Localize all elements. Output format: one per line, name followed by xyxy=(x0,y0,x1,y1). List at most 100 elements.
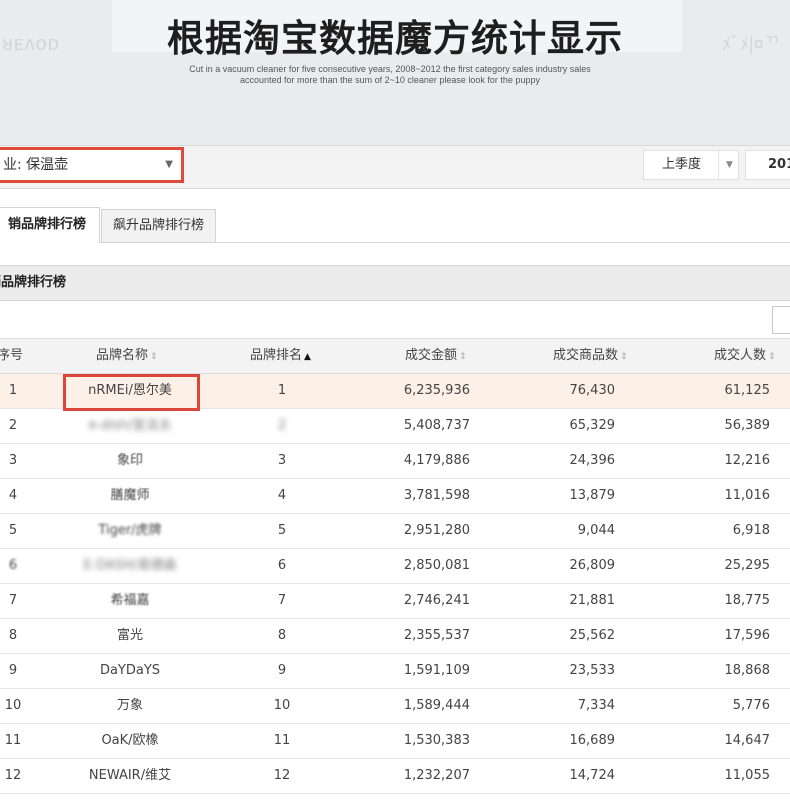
cell-users: 6,918 xyxy=(732,523,770,538)
header-brand[interactable]: 品牌名称 ⇕ xyxy=(96,339,158,374)
cell-brand[interactable]: DaYDaYS xyxy=(60,654,200,688)
cell-amount: 5,408,737 xyxy=(403,418,470,433)
cell-users: 18,868 xyxy=(724,663,771,678)
industry-select-label: 业: 保温壶 xyxy=(3,157,69,173)
cell-users: 5,776 xyxy=(732,698,770,713)
cell-amount: 2,850,081 xyxy=(403,558,470,573)
cell-index: 11 xyxy=(4,733,22,748)
table-row[interactable]: 12 NEWAIR/维艾 12 1,232,207 14,724 11,055 xyxy=(0,759,790,794)
table-row[interactable]: 6 E-DASH/易德森 6 2,850,081 26,809 25,295 xyxy=(0,549,790,584)
cell-index: 6 xyxy=(8,558,18,573)
chevron-down-icon: ▼ xyxy=(165,159,173,170)
tab-hot-sales[interactable]: 销品牌排行榜 xyxy=(0,207,100,243)
cell-amount: 1,591,109 xyxy=(403,663,470,678)
table-row[interactable]: 1 nRMEi/恩尔美 1 6,235,936 76,430 61,125 xyxy=(0,374,790,409)
cell-index: 8 xyxy=(8,628,18,643)
cell-brand[interactable]: 象印 xyxy=(60,444,200,478)
cell-items: 26,809 xyxy=(569,558,616,573)
cell-items: 65,329 xyxy=(569,418,616,433)
header-index-label: 序号 xyxy=(0,348,24,363)
header-rank[interactable]: 品牌排名 ▲ xyxy=(250,339,311,374)
sort-icon[interactable]: ⇕ xyxy=(620,352,628,362)
sort-icon[interactable]: ⇕ xyxy=(459,352,467,362)
cell-rank: 6 xyxy=(277,558,287,573)
cell-brand[interactable]: Tiger/虎牌 xyxy=(60,514,200,548)
cell-index: 9 xyxy=(8,663,18,678)
table-row[interactable]: 9 DaYDaYS 9 1,591,109 23,533 18,868 xyxy=(0,654,790,689)
cell-brand[interactable]: E-DASH/易德森 xyxy=(60,549,200,583)
cell-rank: 11 xyxy=(273,733,291,748)
cell-brand[interactable]: 膳魔师 xyxy=(60,479,200,513)
cell-items: 24,396 xyxy=(569,453,616,468)
cell-items: 76,430 xyxy=(569,383,616,398)
header-users-label: 成交人数 xyxy=(714,348,767,363)
cell-rank: 1 xyxy=(277,383,287,398)
cell-users: 11,016 xyxy=(724,488,771,503)
cell-brand[interactable]: 希福嘉 xyxy=(60,584,200,618)
cell-items: 9,044 xyxy=(577,523,615,538)
page-subtitle: Cut in a vacuum cleaner for five consecu… xyxy=(180,64,600,86)
sort-icon[interactable]: ⇕ xyxy=(768,352,776,362)
table-row[interactable]: 2 e-dish/宜洁太 2 5,408,737 65,329 56,389 xyxy=(0,409,790,444)
cell-amount: 2,951,280 xyxy=(403,523,470,538)
table-row[interactable]: 3 象印 3 4,179,886 24,396 12,216 xyxy=(0,444,790,479)
cell-rank: 9 xyxy=(277,663,287,678)
cell-amount: 2,355,537 xyxy=(403,628,470,643)
table-row[interactable]: 10 万象 10 1,589,444 7,334 5,776 xyxy=(0,689,790,724)
header-amount[interactable]: 成交金额 ⇕ xyxy=(405,339,467,374)
cell-amount: 1,232,207 xyxy=(403,768,470,783)
cell-brand[interactable]: 富光 xyxy=(60,619,200,653)
header-items-label: 成交商品数 xyxy=(553,348,619,363)
cell-users: 18,775 xyxy=(724,593,771,608)
cell-index: 1 xyxy=(8,383,18,398)
quarter-select[interactable]: 上季度 ▼ xyxy=(643,150,739,180)
cell-rank: 5 xyxy=(277,523,287,538)
banner: ᴚᴇʌoᴅ ﾒﾞﾒ|¤ᄁ 根据淘宝数据魔方统计显示 Cut in a vacuu… xyxy=(0,0,790,145)
cell-users: 17,596 xyxy=(724,628,771,643)
cell-brand[interactable]: NEWAIR/维艾 xyxy=(60,759,200,793)
cell-users: 14,647 xyxy=(724,733,771,748)
sort-icon[interactable]: ⇕ xyxy=(150,352,158,362)
subtitle-line-1: Cut in a vacuum cleaner for five consecu… xyxy=(189,64,591,74)
cell-users: 12,216 xyxy=(724,453,771,468)
page-title: 根据淘宝数据魔方统计显示 xyxy=(167,17,623,60)
table-tool-button[interactable] xyxy=(772,306,790,334)
cell-items: 23,533 xyxy=(569,663,616,678)
cell-users: 25,295 xyxy=(724,558,771,573)
cell-items: 7,334 xyxy=(577,698,615,713)
cell-rank: 7 xyxy=(277,593,287,608)
cell-index: 10 xyxy=(4,698,22,713)
cell-items: 13,879 xyxy=(569,488,616,503)
cell-index: 12 xyxy=(4,768,22,783)
table-row[interactable]: 5 Tiger/虎牌 5 2,951,280 9,044 6,918 xyxy=(0,514,790,549)
industry-select[interactable]: 业: 保温壶 ▼ xyxy=(0,147,184,183)
cell-users: 61,125 xyxy=(724,383,771,398)
year-select[interactable]: 201 xyxy=(745,150,790,180)
cell-amount: 4,179,886 xyxy=(403,453,470,468)
header-items[interactable]: 成交商品数 ⇕ xyxy=(553,339,628,374)
cell-users: 11,055 xyxy=(724,768,771,783)
cell-rank: 10 xyxy=(273,698,291,713)
cell-brand[interactable]: 万象 xyxy=(60,689,200,723)
cell-brand[interactable]: OaK/欧橡 xyxy=(60,724,200,758)
cell-rank: 12 xyxy=(273,768,291,783)
cell-brand[interactable]: e-dish/宜洁太 xyxy=(60,409,200,443)
cell-amount: 2,746,241 xyxy=(403,593,470,608)
cell-index: 4 xyxy=(8,488,18,503)
cell-items: 25,562 xyxy=(569,628,616,643)
cell-rank: 8 xyxy=(277,628,287,643)
subtitle-line-2: accounted for more than the sum of 2~10 … xyxy=(240,75,540,85)
year-select-label: 201 xyxy=(768,157,790,172)
sort-ascending-icon[interactable]: ▲ xyxy=(304,352,311,362)
cell-brand[interactable]: nRMEi/恩尔美 xyxy=(60,374,200,408)
tab-rising[interactable]: 飙升品牌排行榜 xyxy=(101,209,216,242)
header-users[interactable]: 成交人数 ⇕ xyxy=(714,339,776,374)
table-row[interactable]: 4 膳魔师 4 3,781,598 13,879 11,016 xyxy=(0,479,790,514)
table-row[interactable]: 8 富光 8 2,355,537 25,562 17,596 xyxy=(0,619,790,654)
header-index: 序号 xyxy=(0,339,23,373)
chevron-down-icon: ▼ xyxy=(718,151,740,179)
table-header: 序号 品牌名称 ⇕ 品牌排名 ▲ 成交金额 ⇕ 成交商品数 ⇕ 成交人数 ⇕ xyxy=(0,338,790,374)
cell-index: 7 xyxy=(8,593,18,608)
table-row[interactable]: 11 OaK/欧橡 11 1,530,383 16,689 14,647 xyxy=(0,724,790,759)
table-row[interactable]: 7 希福嘉 7 2,746,241 21,881 18,775 xyxy=(0,584,790,619)
